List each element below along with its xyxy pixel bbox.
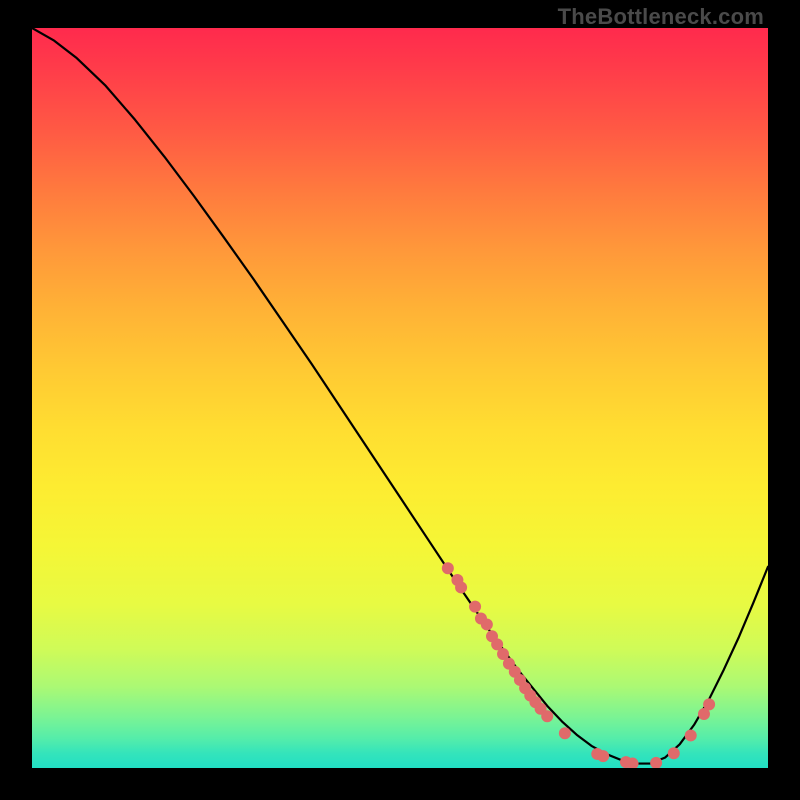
data-point: [541, 710, 553, 722]
watermark-text: TheBottleneck.com: [558, 4, 764, 30]
chart-overlay: [32, 28, 768, 768]
data-point: [668, 747, 680, 759]
plot-area: [32, 28, 768, 768]
data-point: [481, 618, 493, 630]
data-point: [597, 750, 609, 762]
data-point: [469, 601, 481, 613]
data-point: [442, 562, 454, 574]
chart-container: TheBottleneck.com: [0, 0, 800, 800]
data-point: [685, 729, 697, 741]
bottleneck-curve: [32, 28, 768, 764]
data-point: [559, 727, 571, 739]
data-point: [703, 698, 715, 710]
data-point: [455, 581, 467, 593]
